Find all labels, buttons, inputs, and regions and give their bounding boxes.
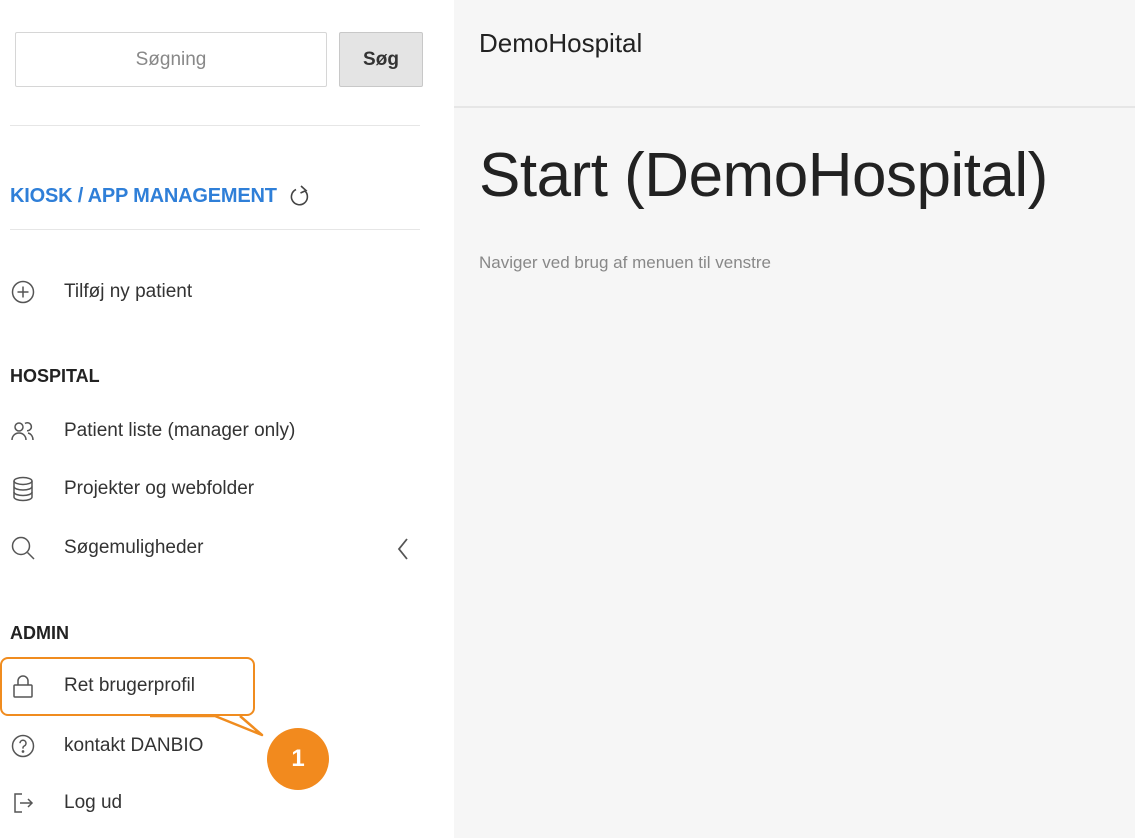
divider (10, 125, 420, 126)
plus-circle-icon (10, 279, 36, 305)
sidebar-item-label: kontakt DANBIO (64, 735, 204, 756)
database-icon (10, 476, 36, 502)
gutter (440, 0, 454, 838)
add-patient-label: Tilføj ny patient (64, 281, 193, 302)
sidebar-item-contact[interactable]: kontakt DANBIO (10, 731, 203, 761)
search-button[interactable]: Søg (339, 32, 423, 87)
help-circle-icon (10, 733, 36, 759)
sidebar-item-logout[interactable]: Log ud (10, 788, 122, 818)
sidebar-item-search-options[interactable]: Søgemuligheder (10, 533, 203, 563)
sidebar-item-patient-list[interactable]: Patient liste (manager only) (10, 416, 295, 446)
header-divider (454, 106, 1135, 108)
add-patient-link[interactable]: Tilføj ny patient (10, 277, 192, 307)
search-icon (10, 535, 36, 561)
kiosk-label: KIOSK / APP MANAGEMENT (10, 184, 277, 207)
chevron-left-icon[interactable] (393, 535, 413, 563)
callout-highlight-box (0, 657, 255, 716)
kiosk-app-management-link[interactable]: KIOSK / APP MANAGEMENT (10, 183, 312, 209)
page-title: Start (DemoHospital) (479, 141, 1048, 210)
main-content: DemoHospital Start (DemoHospital) Navige… (454, 0, 1135, 838)
sidebar-item-projects[interactable]: Projekter og webfolder (10, 474, 254, 504)
search-input[interactable] (15, 32, 327, 87)
section-header-admin: ADMIN (10, 623, 69, 643)
page-subtitle: Naviger ved brug af menuen til venstre (479, 253, 771, 272)
logout-icon (10, 790, 36, 816)
sidebar-item-label: Projekter og webfolder (64, 478, 255, 499)
sidebar-item-label: Log ud (64, 792, 123, 813)
callout-badge: 1 (267, 728, 329, 790)
section-header-hospital: HOSPITAL (10, 366, 100, 386)
header-title: DemoHospital (479, 28, 643, 58)
divider (10, 229, 420, 230)
sidebar-item-label: Patient liste (manager only) (64, 420, 296, 441)
sidebar-item-label: Søgemuligheder (64, 537, 204, 558)
users-icon (10, 418, 36, 444)
refresh-icon[interactable] (286, 183, 312, 209)
